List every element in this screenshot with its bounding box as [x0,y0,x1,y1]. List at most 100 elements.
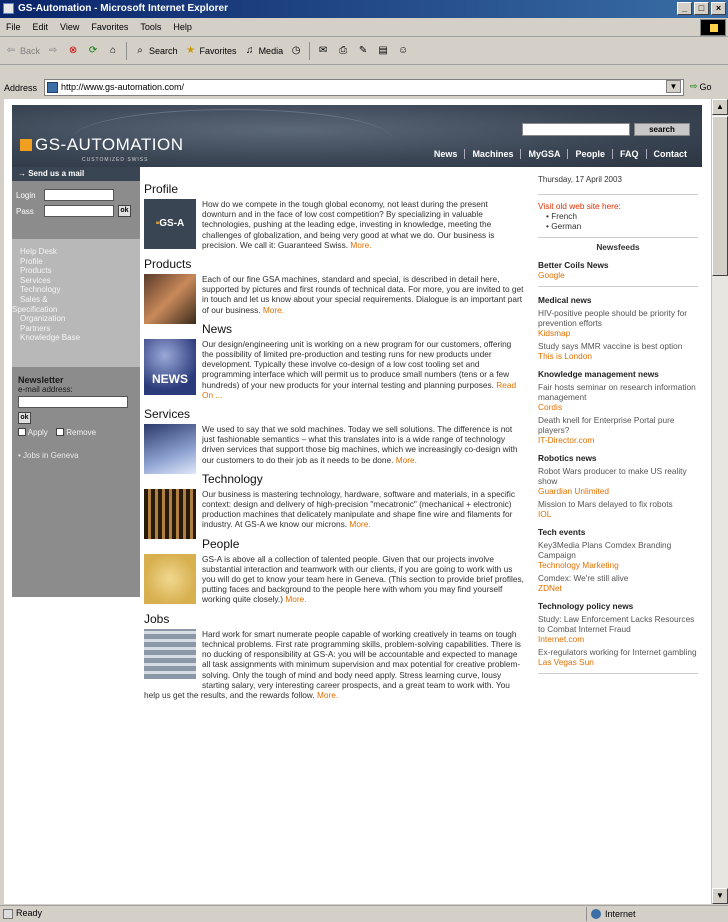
home-button[interactable]: ⌂ [106,44,120,58]
nav-contact[interactable]: Contact [645,149,695,159]
menu-tools[interactable]: Tools [140,22,161,32]
feed-source-link[interactable]: Technology Marketing [538,560,698,570]
minimize-button[interactable]: _ [677,2,692,15]
left-nav-item[interactable]: Services [20,276,140,286]
feed-item-link[interactable]: Death knell for Enterprise Portal pure p… [538,415,698,435]
more-link[interactable]: More. [263,305,284,315]
password-input[interactable] [44,205,114,217]
feed-item-link[interactable]: Mission to Mars delayed to fix robots [538,499,698,509]
menu-favorites[interactable]: Favorites [91,22,128,32]
menu-edit[interactable]: Edit [33,22,49,32]
close-button[interactable]: × [711,2,726,15]
forward-button[interactable]: ⇨ [46,44,60,58]
favorites-button[interactable]: ★ Favorites [184,44,237,58]
lang-german-link[interactable]: German [551,221,581,231]
print-button[interactable]: ⎙ [336,44,350,58]
newsletter-email-input[interactable] [18,396,128,408]
feed-source-link[interactable]: Guardian Unlimited [538,486,698,496]
messenger-button[interactable]: ☺ [396,44,410,58]
nav-mygsa[interactable]: MyGSA [520,149,567,159]
lang-french-link[interactable]: French [551,211,577,221]
section-text: Our design/engineering unit is working o… [202,338,512,390]
feed-item-link[interactable]: Comdex: We're still alive [538,573,698,583]
scroll-down-button[interactable]: ▼ [712,888,728,904]
section-title[interactable]: Technology [144,471,524,487]
stop-button[interactable]: ⊗ [66,44,80,58]
services-image [144,424,196,475]
site-search-input[interactable] [522,123,630,136]
left-nav-item[interactable]: Technology [20,285,140,295]
feed-source-link[interactable]: ZDNet [538,583,698,593]
old-site-label: Visit old web site here: [538,201,621,211]
section-title[interactable]: Services [144,406,524,422]
apply-checkbox[interactable] [18,428,26,436]
media-button[interactable]: ♫ Media [243,44,283,58]
left-nav-item[interactable]: Sales & [20,295,140,305]
left-nav-item[interactable]: Organization [20,314,140,324]
menu-help[interactable]: Help [173,22,192,32]
feed-source-link[interactable]: Las Vegas Sun [538,657,698,667]
feed-source-link[interactable]: Kidsmap [538,328,698,338]
history-button[interactable]: ◷ [289,44,303,58]
site-search-button[interactable]: search [634,123,690,136]
section-text: GS-A is above all a collection of talent… [202,553,524,605]
feed-source-link[interactable]: Cordis [538,402,698,412]
nav-news[interactable]: News [427,149,465,159]
feed-source-link[interactable]: This is London [538,351,698,361]
more-link[interactable]: More. [396,455,417,465]
feed-item-link[interactable]: Fair hosts seminar on research informati… [538,382,698,402]
feed-source-link[interactable]: Internet.com [538,634,698,644]
address-dropdown-button[interactable]: ▼ [666,80,681,93]
send-mail-link[interactable]: → Send us a mail [12,167,140,181]
feed-item-link[interactable]: Study says MMR vaccine is best option [538,341,698,351]
feed-item-link[interactable]: HIV-positive people should be priority f… [538,308,698,328]
jobs-link[interactable]: Jobs in Geneva [23,451,79,460]
menu-view[interactable]: View [60,22,79,32]
left-nav-item[interactable]: Specification [12,305,140,315]
back-button[interactable]: ⇦ Back [4,44,40,58]
nav-faq[interactable]: FAQ [611,149,646,159]
left-nav-item[interactable]: Partners [20,324,140,334]
left-nav-item[interactable]: Products [20,266,140,276]
newsletter-ok-button[interactable]: ok [18,412,31,424]
left-nav-item[interactable]: Knowledge Base [20,333,140,343]
section-title[interactable]: Products [144,256,524,272]
section-title[interactable]: Jobs [144,611,524,627]
maximize-button[interactable]: □ [694,2,709,15]
go-button[interactable]: ⇨ Go [690,81,712,92]
more-link[interactable]: More. [349,519,370,529]
section-title[interactable]: Profile [144,181,524,197]
feed-item-link[interactable]: Study: Law Enforcement Lacks Resources t… [538,614,698,634]
feed-item-link[interactable]: Ex-regulators working for Internet gambl… [538,647,698,657]
left-nav-item[interactable]: Profile [20,257,140,267]
more-link[interactable]: More. [317,690,338,700]
scroll-up-button[interactable]: ▲ [712,99,728,115]
menu-file[interactable]: File [6,22,21,32]
section-text: How do we compete in the tough global ec… [202,199,495,250]
discuss-button[interactable]: ▤ [376,44,390,58]
feed-source-link[interactable]: IT-Director.com [538,435,698,445]
nav-machines[interactable]: Machines [464,149,520,159]
feed-item-link[interactable]: Key3Media Plans Comdex Branding Campaign [538,540,698,560]
mail-button[interactable]: ✉ [316,44,330,58]
login-input[interactable] [44,189,114,201]
scroll-thumb[interactable] [712,116,728,276]
search-button[interactable]: ⌕ Search [133,44,177,58]
left-nav-item[interactable]: Help Desk [20,247,140,257]
section-title[interactable]: People [144,536,524,552]
nav-people[interactable]: People [567,149,612,159]
more-link[interactable]: More. [285,594,306,604]
site-logo[interactable]: GS-AUTOMATION CUSTOMIZED SWISS [20,135,184,163]
edit-button[interactable]: ✎ [356,44,370,58]
feed-source-link[interactable]: Google [538,270,698,280]
refresh-button[interactable]: ⟳ [86,44,100,58]
vertical-scrollbar[interactable]: ▲ ▼ [711,99,728,904]
more-link[interactable]: More. [350,240,371,250]
login-ok-button[interactable]: ok [118,205,131,217]
gsa-logo-image: ▪GS-A [144,199,196,249]
address-input[interactable]: http://www.gs-automation.com/ [44,79,684,96]
feed-source-link[interactable]: IOL [538,509,698,519]
feed-item-link[interactable]: Robot Wars producer to make US reality s… [538,466,698,486]
remove-checkbox[interactable] [56,428,65,436]
section-title[interactable]: News [144,321,524,337]
